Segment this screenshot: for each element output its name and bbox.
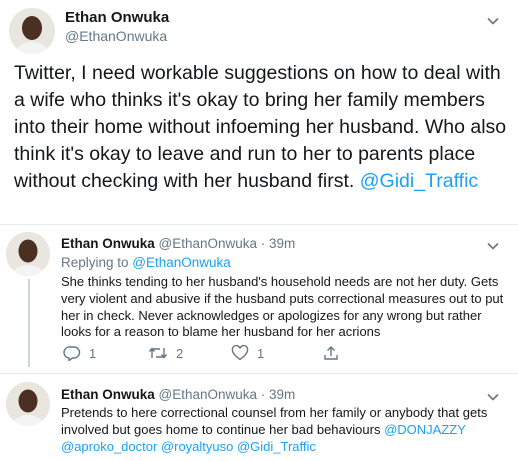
share-action[interactable] bbox=[323, 345, 347, 361]
divider bbox=[0, 373, 518, 374]
reply-count: 1 bbox=[89, 345, 97, 361]
reply-author[interactable]: Ethan Onwuka @EthanOnwuka · 39m bbox=[61, 387, 295, 402]
replying-prefix: Replying to bbox=[61, 255, 133, 270]
chevron-down-icon[interactable] bbox=[486, 239, 500, 253]
reply-handle[interactable]: @EthanOnwuka · 39m bbox=[159, 236, 296, 251]
retweet-action[interactable]: 2 bbox=[148, 345, 183, 361]
author-handle[interactable]: @EthanOnwuka bbox=[65, 28, 167, 44]
reply-handle[interactable]: @EthanOnwuka · 39m bbox=[159, 387, 296, 402]
reply-icon bbox=[63, 346, 81, 361]
like-count: 1 bbox=[257, 345, 265, 361]
reply-text: She thinks tending to her husband's hous… bbox=[61, 274, 504, 340]
reply-author[interactable]: Ethan Onwuka @EthanOnwuka · 39m bbox=[61, 236, 295, 251]
mention-link[interactable]: @Gidi_Traffic bbox=[360, 170, 478, 192]
chevron-down-icon[interactable] bbox=[486, 390, 500, 404]
like-action[interactable]: 1 bbox=[231, 345, 264, 361]
reply-author-name[interactable]: Ethan Onwuka bbox=[61, 387, 155, 402]
retweet-icon bbox=[148, 347, 168, 359]
replying-to: Replying to @EthanOnwuka bbox=[61, 255, 231, 270]
heart-icon bbox=[231, 345, 249, 361]
reply-text: Pretends to here correctional counsel fr… bbox=[61, 405, 511, 455]
chevron-down-icon[interactable] bbox=[486, 14, 500, 28]
tweet-text: Twitter, I need workable suggestions on … bbox=[14, 60, 508, 195]
author-name[interactable]: Ethan Onwuka bbox=[65, 9, 169, 26]
avatar[interactable] bbox=[9, 8, 55, 54]
share-icon bbox=[324, 346, 338, 360]
reply-author-name[interactable]: Ethan Onwuka bbox=[61, 236, 155, 251]
avatar[interactable] bbox=[6, 382, 50, 426]
divider bbox=[0, 224, 518, 225]
thread-line bbox=[28, 279, 30, 367]
avatar[interactable] bbox=[6, 232, 50, 276]
replying-to-link[interactable]: @EthanOnwuka bbox=[132, 255, 231, 270]
reply-action[interactable]: 1 bbox=[63, 345, 96, 361]
retweet-count: 2 bbox=[176, 345, 184, 361]
